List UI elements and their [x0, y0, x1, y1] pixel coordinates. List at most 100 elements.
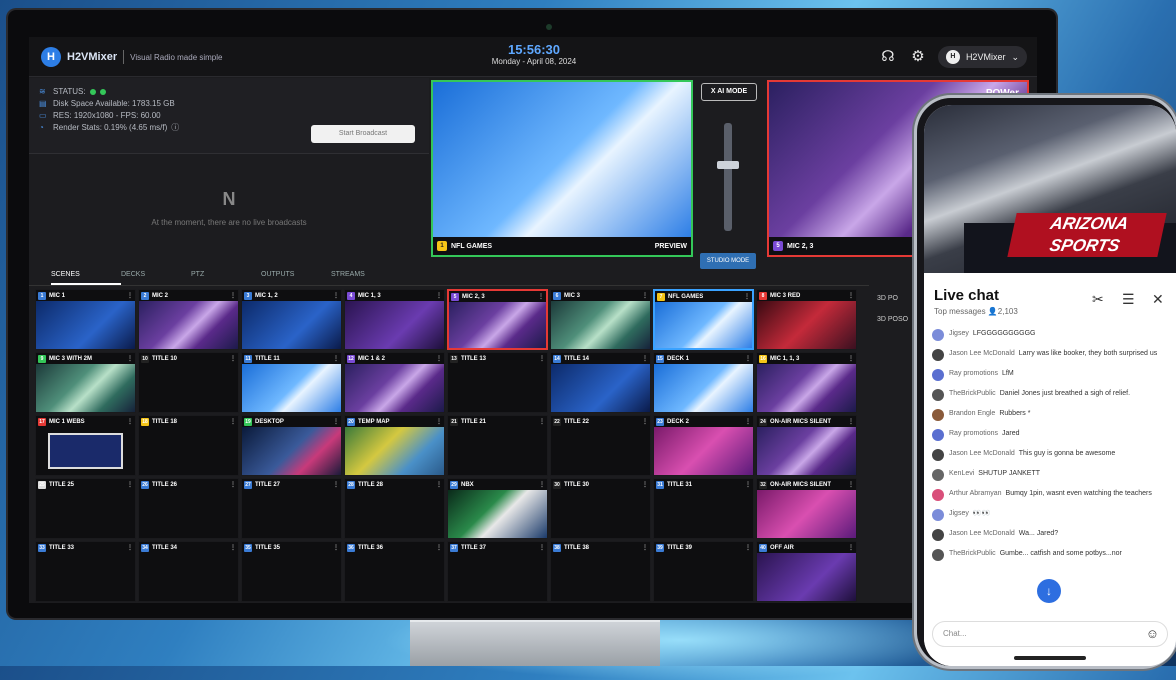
- more-icon[interactable]: ⋮: [848, 292, 854, 299]
- more-icon[interactable]: ⋮: [230, 292, 236, 299]
- more-icon[interactable]: ⋮: [436, 355, 442, 362]
- more-icon[interactable]: ⋮: [539, 418, 545, 425]
- scene-tile[interactable]: 1 MIC 1 ⋮: [35, 289, 136, 350]
- more-icon[interactable]: ⋮: [127, 544, 133, 551]
- more-icon[interactable]: ⋮: [539, 481, 545, 488]
- start-broadcast-button[interactable]: Start Broadcast: [311, 125, 415, 143]
- scene-tile[interactable]: 17 MIC 1 WEBS ⋮: [35, 415, 136, 476]
- gear-icon[interactable]: ⚙: [908, 47, 928, 67]
- more-icon[interactable]: ⋮: [848, 544, 854, 551]
- scene-tile[interactable]: 22 TITLE 22 ⋮: [550, 415, 651, 476]
- scene-tile[interactable]: 8 MIC 3 RED ⋮: [756, 289, 857, 350]
- more-icon[interactable]: ⋮: [333, 544, 339, 551]
- scene-tile[interactable]: 15 DECK 1 ⋮: [653, 352, 754, 413]
- more-icon[interactable]: ⋮: [745, 418, 751, 425]
- scene-tile[interactable]: 13 TITLE 13 ⋮: [447, 352, 548, 413]
- tab-streams[interactable]: STREAMS: [331, 264, 401, 285]
- tab-ptz[interactable]: PTZ: [191, 264, 261, 285]
- ai-mode-button[interactable]: X AI MODE: [701, 83, 757, 101]
- scene-tile[interactable]: 40 OFF AIR ⋮: [756, 541, 857, 602]
- scene-tile[interactable]: 4 MIC 1, 3 ⋮: [344, 289, 445, 350]
- scissors-icon[interactable]: ✂: [1092, 291, 1104, 308]
- more-icon[interactable]: ⋮: [127, 292, 133, 299]
- scene-tile[interactable]: 30 TITLE 30 ⋮: [550, 478, 651, 539]
- more-icon[interactable]: ⋮: [230, 355, 236, 362]
- scene-tile[interactable]: 28 TITLE 28 ⋮: [344, 478, 445, 539]
- live-video[interactable]: ARIZONA SPORTS: [924, 105, 1176, 273]
- more-icon[interactable]: ⋮: [848, 355, 854, 362]
- scene-tile[interactable]: 24 ON-AIR MICS SILENT ⋮: [756, 415, 857, 476]
- more-icon[interactable]: ⋮: [848, 418, 854, 425]
- more-icon[interactable]: ⋮: [848, 481, 854, 488]
- scene-tile[interactable]: 10 TITLE 10 ⋮: [138, 352, 239, 413]
- scene-tile[interactable]: 37 TITLE 37 ⋮: [447, 541, 548, 602]
- scene-tile[interactable]: 25 TITLE 25 ⋮: [35, 478, 136, 539]
- scene-tile[interactable]: 21 TITLE 21 ⋮: [447, 415, 548, 476]
- more-icon[interactable]: ⋮: [539, 544, 545, 551]
- scene-tile[interactable]: 31 TITLE 31 ⋮: [653, 478, 754, 539]
- emoji-icon[interactable]: ☺: [1146, 622, 1159, 646]
- t-bar-track[interactable]: [724, 123, 732, 231]
- scene-tile[interactable]: 38 TITLE 38 ⋮: [550, 541, 651, 602]
- scene-tile[interactable]: 9 MIC 3 WITH 2M ⋮: [35, 352, 136, 413]
- more-icon[interactable]: ⋮: [436, 292, 442, 299]
- more-icon[interactable]: ⋮: [642, 355, 648, 362]
- more-icon[interactable]: ⋮: [230, 418, 236, 425]
- more-icon[interactable]: ⋮: [333, 292, 339, 299]
- more-icon[interactable]: ⋮: [436, 544, 442, 551]
- more-icon[interactable]: ⋮: [642, 544, 648, 551]
- scene-tile[interactable]: 16 MIC 1, 1, 3 ⋮: [756, 352, 857, 413]
- scene-tile[interactable]: 32 ON-AIR MICS SILENT ⋮: [756, 478, 857, 539]
- more-icon[interactable]: ⋮: [745, 544, 751, 551]
- scene-tile[interactable]: 7 NFL GAMES ⋮: [653, 289, 754, 350]
- scene-tile[interactable]: 3 MIC 1, 2 ⋮: [241, 289, 342, 350]
- more-icon[interactable]: ⋮: [436, 481, 442, 488]
- more-icon[interactable]: ⋮: [745, 481, 751, 488]
- info-icon[interactable]: ⓘ: [171, 122, 179, 134]
- more-icon[interactable]: ⋮: [642, 292, 648, 299]
- chat-mode[interactable]: Top messages: [934, 307, 986, 316]
- scene-tile[interactable]: 6 MIC 3 ⋮: [550, 289, 651, 350]
- scene-tile[interactable]: 2 MIC 2 ⋮: [138, 289, 239, 350]
- scene-tile[interactable]: 33 TITLE 33 ⋮: [35, 541, 136, 602]
- scene-tile[interactable]: 29 NBX ⋮: [447, 478, 548, 539]
- scene-tile[interactable]: 14 TITLE 14 ⋮: [550, 352, 651, 413]
- scene-tile[interactable]: 39 TITLE 39 ⋮: [653, 541, 754, 602]
- t-bar-handle[interactable]: [717, 161, 739, 169]
- scene-tile[interactable]: 5 MIC 2, 3 ⋮: [447, 289, 548, 350]
- more-icon[interactable]: ⋮: [642, 418, 648, 425]
- scene-tile[interactable]: 36 TITLE 36 ⋮: [344, 541, 445, 602]
- scene-tile[interactable]: 11 TITLE 11 ⋮: [241, 352, 342, 413]
- scene-tile[interactable]: 12 MIC 1 & 2 ⋮: [344, 352, 445, 413]
- more-icon[interactable]: ⋮: [127, 418, 133, 425]
- more-icon[interactable]: ⋮: [436, 418, 442, 425]
- close-icon[interactable]: ✕: [1152, 291, 1164, 308]
- scroll-down-button[interactable]: ↓: [1037, 579, 1061, 603]
- more-icon[interactable]: ⋮: [538, 293, 544, 300]
- more-icon[interactable]: ⋮: [745, 355, 751, 362]
- more-icon[interactable]: ⋮: [333, 355, 339, 362]
- scene-tile[interactable]: 34 TITLE 34 ⋮: [138, 541, 239, 602]
- chat-input[interactable]: Chat... ☺: [932, 621, 1168, 647]
- scene-tile[interactable]: 18 TITLE 18 ⋮: [138, 415, 239, 476]
- scene-tile[interactable]: 20 TEMP MAP ⋮: [344, 415, 445, 476]
- more-icon[interactable]: ⋮: [744, 293, 750, 300]
- more-icon[interactable]: ⋮: [230, 481, 236, 488]
- scene-tile[interactable]: 27 TITLE 27 ⋮: [241, 478, 342, 539]
- tab-outputs[interactable]: OUTPUTS: [261, 264, 331, 285]
- more-icon[interactable]: ⋮: [333, 418, 339, 425]
- scene-tile[interactable]: 23 DECK 2 ⋮: [653, 415, 754, 476]
- preview-monitor[interactable]: 1 NFL GAMES PREVIEW: [431, 80, 693, 257]
- more-icon[interactable]: ⋮: [230, 544, 236, 551]
- support-icon[interactable]: ☊: [878, 47, 898, 67]
- more-icon[interactable]: ⋮: [127, 355, 133, 362]
- scene-tile[interactable]: 35 TITLE 35 ⋮: [241, 541, 342, 602]
- account-menu[interactable]: H H2VMixer ⌄: [937, 46, 1027, 68]
- more-icon[interactable]: ⋮: [127, 481, 133, 488]
- more-icon[interactable]: ⋮: [539, 355, 545, 362]
- tab-decks[interactable]: DECKS: [121, 264, 191, 285]
- more-icon[interactable]: ⋮: [642, 481, 648, 488]
- scene-tile[interactable]: 26 TITLE 26 ⋮: [138, 478, 239, 539]
- more-icon[interactable]: ⋮: [333, 481, 339, 488]
- scene-tile[interactable]: 19 DESKTOP ⋮: [241, 415, 342, 476]
